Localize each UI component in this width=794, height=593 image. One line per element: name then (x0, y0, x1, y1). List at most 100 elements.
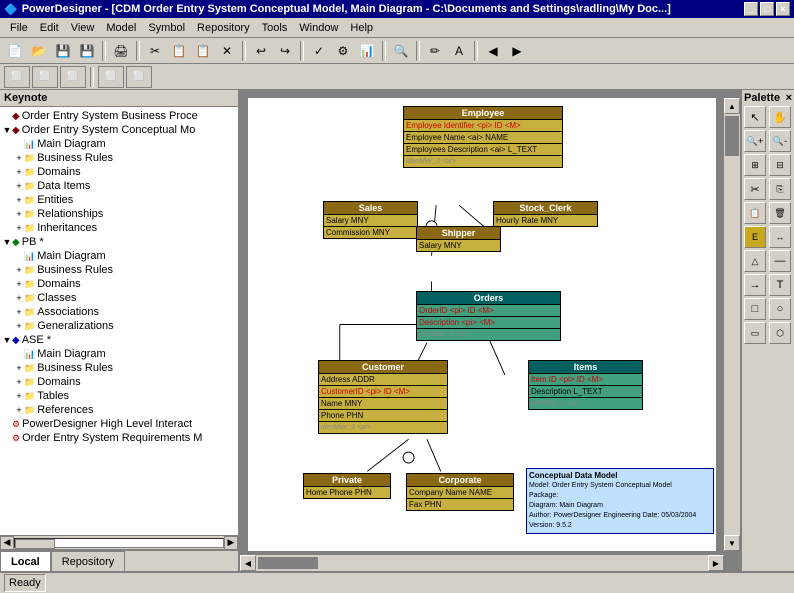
scroll-right[interactable]: ▶ (224, 536, 238, 550)
tool-paste[interactable]: 📋 (744, 202, 766, 224)
prev-button[interactable]: ◀ (482, 40, 504, 62)
menu-edit[interactable]: Edit (34, 20, 65, 36)
btn2-1[interactable]: ⬜ (4, 66, 30, 88)
scroll-left[interactable]: ◀ (0, 536, 14, 550)
text-button[interactable]: A (448, 40, 470, 62)
tool-zoom-fit[interactable]: ⊞ (744, 154, 766, 176)
next-button[interactable]: ▶ (506, 40, 528, 62)
scroll-left-btn[interactable]: ◀ (240, 555, 256, 571)
tree-item-main-diagram[interactable]: 📊 Main Diagram (2, 137, 236, 151)
menu-repository[interactable]: Repository (191, 20, 256, 36)
new-button[interactable]: 📄 (4, 40, 26, 62)
entity-employee[interactable]: Employee Employee Identifier <pi> ID <M>… (403, 106, 563, 168)
v-scrollbar[interactable]: ▲ ▼ (724, 98, 740, 551)
menu-help[interactable]: Help (344, 20, 379, 36)
undo-button[interactable]: ↩ (250, 40, 272, 62)
tab-local[interactable]: Local (0, 551, 51, 571)
scroll-thumb-h[interactable] (258, 557, 318, 569)
tool-hand[interactable]: ✋ (769, 106, 791, 128)
tool-arrow[interactable]: → (744, 274, 766, 296)
tree-item-order-entry-business[interactable]: ◆ Order Entry System Business Proce (2, 109, 236, 123)
tree-item-business-rules[interactable]: + 📁 Business Rules (2, 151, 236, 165)
save-button[interactable]: 💾 (52, 40, 74, 62)
diagram-canvas[interactable]: Employee Employee Identifier <pi> ID <M>… (248, 98, 716, 551)
canvas-area[interactable]: Employee Employee Identifier <pi> ID <M>… (240, 90, 740, 571)
tool-delete[interactable]: 🗑 (769, 202, 791, 224)
scroll-right-btn[interactable]: ▶ (708, 555, 724, 571)
minimize-button[interactable]: _ (744, 2, 758, 16)
menu-symbol[interactable]: Symbol (142, 20, 191, 36)
tree-item-entities[interactable]: + 📁 Entities (2, 193, 236, 207)
tree-item-inheritances[interactable]: + 📁 Inheritances (2, 221, 236, 235)
copy-button[interactable]: 📋 (168, 40, 190, 62)
tree-item-data-items[interactable]: + 📁 Data Items (2, 179, 236, 193)
scroll-down-btn[interactable]: ▼ (724, 535, 740, 551)
delete-button[interactable]: ✕ (216, 40, 238, 62)
maximize-button[interactable]: □ (760, 2, 774, 16)
print-button[interactable]: 🖨 (110, 40, 132, 62)
btn2-2[interactable]: ⬜ (32, 66, 58, 88)
tree-item-order-req[interactable]: ⚙ Order Entry System Requirements M (2, 431, 236, 445)
entity-items[interactable]: Items Item ID <pi> ID <M> Description L_… (528, 360, 643, 410)
tool-pointer[interactable]: ↖ (744, 106, 766, 128)
palette-close[interactable]: × (786, 92, 792, 104)
open-button[interactable]: 📂 (28, 40, 50, 62)
tree-item-pb-classes[interactable]: + 📁 Classes (2, 291, 236, 305)
entity-sales[interactable]: Sales Salary MNY Commission MNY (323, 201, 418, 239)
find-button[interactable]: 🔍 (390, 40, 412, 62)
tab-repository[interactable]: Repository (51, 551, 126, 571)
h-scrollbar[interactable]: ◀ ▶ (240, 555, 724, 571)
tree-item-ase-business[interactable]: + 📁 Business Rules (2, 361, 236, 375)
tree-item-pb-generalizations[interactable]: + 📁 Generalizations (2, 319, 236, 333)
tree-item-relationships[interactable]: + 📁 Relationships (2, 207, 236, 221)
entity-orders[interactable]: Orders OrderID <pi> ID <M> Description <… (416, 291, 561, 341)
tool-text[interactable]: T (769, 274, 791, 296)
entity-stock-clerk[interactable]: Stock_Clerk Hourly Rate MNY (493, 201, 598, 227)
tree-item-pb-business[interactable]: + 📁 Business Rules (2, 263, 236, 277)
scroll-thumb[interactable] (15, 539, 55, 549)
entity-private[interactable]: Private Home Phone PHN (303, 473, 391, 499)
tool-zoom-page[interactable]: ⊟ (769, 154, 791, 176)
entity-corporate[interactable]: Corporate Company Name NAME Fax PHN (406, 473, 514, 511)
entity-shipper[interactable]: Shipper Salary MNY (416, 226, 501, 252)
check-button[interactable]: ✓ (308, 40, 330, 62)
btn2-5[interactable]: ⬜ (126, 66, 152, 88)
tool-entity[interactable]: E (744, 226, 766, 248)
menu-view[interactable]: View (65, 20, 101, 36)
tool-line[interactable]: — (769, 250, 791, 272)
scroll-thumb-v[interactable] (725, 116, 739, 156)
btn2-3[interactable]: ⬜ (60, 66, 86, 88)
generate-button[interactable]: ⚙ (332, 40, 354, 62)
tree-item-pb-domains[interactable]: + 📁 Domains (2, 277, 236, 291)
btn2-4[interactable]: ⬜ (98, 66, 124, 88)
menu-file[interactable]: File (4, 20, 34, 36)
entity-customer[interactable]: Customer Address ADDR CustomerID <pi> ID… (318, 360, 448, 434)
save-all-button[interactable]: 💾 (76, 40, 98, 62)
tree-item-ase-main[interactable]: 📊 Main Diagram (2, 347, 236, 361)
tool-copy[interactable]: ⎘ (769, 178, 791, 200)
tree-item-ase[interactable]: ▼ ◆ ASE * (2, 333, 236, 347)
tool-rect[interactable]: □ (744, 298, 766, 320)
tree-item-ase-tables[interactable]: + 📁 Tables (2, 389, 236, 403)
menu-model[interactable]: Model (100, 20, 142, 36)
tree-item-pb[interactable]: ▼ ◆ PB * (2, 235, 236, 249)
tool-zoom-in[interactable]: 🔍+ (744, 130, 766, 152)
paste-button[interactable]: 📋 (192, 40, 214, 62)
pen-button[interactable]: ✏ (424, 40, 446, 62)
cut-button[interactable]: ✂ (144, 40, 166, 62)
tool-ellipse[interactable]: ○ (769, 298, 791, 320)
close-button[interactable]: × (776, 2, 790, 16)
report-button[interactable]: 📊 (356, 40, 378, 62)
tree-item-pd-high[interactable]: ⚙ PowerDesigner High Level Interact (2, 417, 236, 431)
tree-item-ase-domains[interactable]: + 📁 Domains (2, 375, 236, 389)
tree-item-domains[interactable]: + 📁 Domains (2, 165, 236, 179)
tree-item-ase-references[interactable]: + 📁 References (2, 403, 236, 417)
tree-item-pb-main[interactable]: 📊 Main Diagram (2, 249, 236, 263)
tool-cut[interactable]: ✂ (744, 178, 766, 200)
scroll-up-btn[interactable]: ▲ (724, 98, 740, 114)
menu-tools[interactable]: Tools (256, 20, 294, 36)
tool-inheritance[interactable]: △ (744, 250, 766, 272)
tree-item-pb-associations[interactable]: + 📁 Associations (2, 305, 236, 319)
tree-item-order-conceptual[interactable]: ▼ ◆ Order Entry System Conceptual Mo (2, 123, 236, 137)
menu-window[interactable]: Window (293, 20, 344, 36)
